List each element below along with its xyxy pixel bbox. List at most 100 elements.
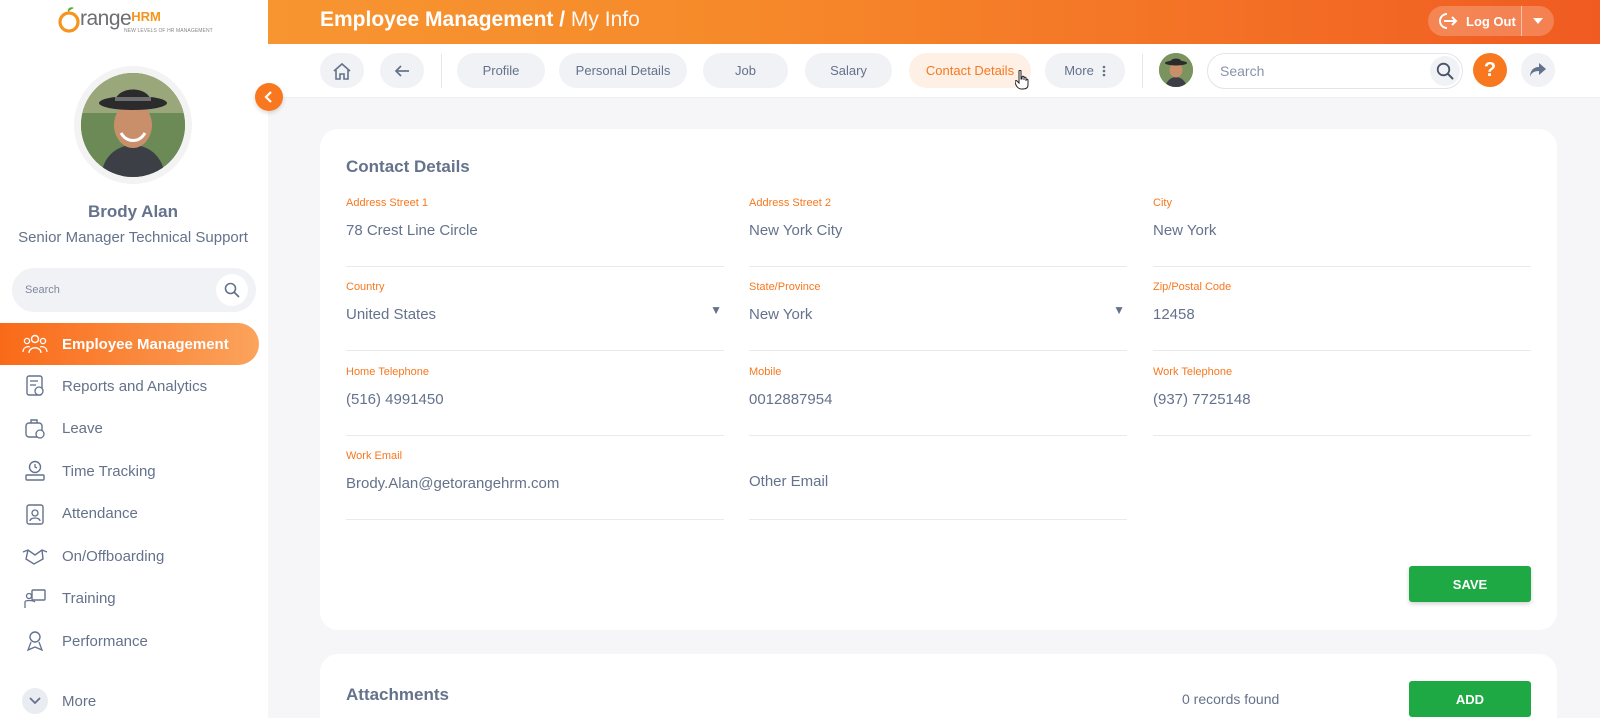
sidebar-search[interactable]	[12, 268, 256, 312]
logo-tagline: NEW LEVELS OF HR MANAGEMENT	[124, 28, 213, 34]
back-button[interactable]	[380, 53, 424, 88]
dropdown-arrow-icon[interactable]: ▼	[710, 303, 722, 317]
tab-personal-details[interactable]: Personal Details	[559, 53, 687, 88]
time-tracking-icon	[22, 458, 48, 484]
sidebar-more-label: More	[62, 692, 97, 710]
logo-hrm: HRM	[131, 9, 161, 24]
sidebar-item-label: On/Offboarding	[62, 547, 165, 565]
profile-avatar-frame[interactable]	[74, 66, 192, 184]
search-icon[interactable]	[216, 274, 248, 306]
tab-job[interactable]: Job	[703, 53, 788, 88]
sidebar-collapse-button[interactable]	[255, 83, 283, 111]
save-button[interactable]: SAVE	[1409, 566, 1531, 602]
field-value[interactable]: 12458	[1153, 306, 1195, 323]
field-value[interactable]: 78 Crest Line Circle	[346, 222, 478, 239]
home-icon	[333, 62, 351, 80]
home-telephone-field[interactable]: Home Telephone (516) 4991450	[346, 366, 724, 436]
records-count: 0 records found	[1182, 691, 1280, 707]
field-label: Mobile	[749, 366, 782, 378]
field-label: State/Province	[749, 281, 821, 293]
state-province-select[interactable]: State/Province New York ▼	[749, 281, 1127, 351]
field-label: City	[1153, 197, 1172, 209]
field-value[interactable]: (937) 7725148	[1153, 391, 1251, 408]
field-value[interactable]: New York City	[749, 222, 842, 239]
sidebar-search-input[interactable]	[25, 284, 205, 296]
field-label: Zip/Postal Code	[1153, 281, 1232, 293]
top-search-input[interactable]	[1220, 63, 1400, 79]
dropdown-arrow-icon[interactable]: ▼	[1113, 303, 1125, 317]
divider	[1142, 54, 1143, 88]
field-value[interactable]: (516) 4991450	[346, 391, 444, 408]
sidebar-item-reports[interactable]: Reports and Analytics	[0, 365, 268, 408]
field-value[interactable]: New York	[1153, 222, 1216, 239]
address-street-2-field[interactable]: Address Street 2 New York City	[749, 197, 1127, 267]
field-value[interactable]: New York	[749, 306, 812, 323]
logout-button[interactable]: Log Out	[1428, 6, 1522, 36]
field-label: Address Street 1	[346, 197, 428, 209]
field-placeholder[interactable]: Other Email	[749, 473, 828, 490]
home-button[interactable]	[320, 53, 364, 88]
add-attachment-button[interactable]: ADD	[1409, 681, 1531, 717]
field-value[interactable]: 0012887954	[749, 391, 832, 408]
section-heading: Contact Details	[346, 157, 470, 176]
sidebar-item-label: Training	[62, 590, 116, 608]
sidebar-item-performance[interactable]: Performance	[0, 620, 268, 663]
help-button[interactable]: ?	[1473, 53, 1507, 87]
profile-avatar	[81, 73, 185, 177]
country-select[interactable]: Country United States ▼	[346, 281, 724, 351]
sidebar-item-leave[interactable]: Leave	[0, 408, 268, 451]
training-icon	[22, 586, 48, 612]
question-mark-icon: ?	[1483, 58, 1497, 81]
sidebar-more-button[interactable]: More	[22, 688, 96, 714]
logout-group: Log Out	[1428, 6, 1554, 36]
search-icon[interactable]	[1430, 56, 1460, 86]
address-street-1-field[interactable]: Address Street 1 78 Crest Line Circle	[346, 197, 724, 267]
performance-icon	[22, 628, 48, 654]
tab-salary[interactable]: Salary	[805, 53, 892, 88]
mobile-field[interactable]: Mobile 0012887954	[749, 366, 1127, 436]
share-arrow-icon	[1530, 63, 1546, 77]
section-heading: Attachments	[346, 685, 449, 704]
orangehrm-logo[interactable]: range HRM NEW LEVELS OF HR MANAGEMENT	[58, 6, 213, 38]
leave-icon	[22, 416, 48, 442]
tab-contact-details[interactable]: Contact Details	[909, 53, 1031, 88]
divider	[441, 54, 442, 88]
sidebar-item-employee-management[interactable]: Employee Management	[0, 323, 259, 365]
work-email-field[interactable]: Work Email Brody.Alan@getorangehrm.com	[346, 450, 724, 520]
city-field[interactable]: City New York	[1153, 197, 1531, 267]
orange-logo-icon	[58, 7, 80, 33]
tab-profile[interactable]: Profile	[457, 53, 545, 88]
logout-dropdown[interactable]	[1522, 6, 1554, 36]
sidebar-item-time-tracking[interactable]: Time Tracking	[0, 450, 268, 493]
sidebar-nav: Employee Management Reports and Analytic…	[0, 323, 268, 663]
user-avatar[interactable]	[1159, 53, 1193, 87]
field-value[interactable]: Brody.Alan@getorangehrm.com	[346, 475, 559, 492]
user-name: Brody Alan	[87, 202, 179, 221]
contact-details-card: Contact Details Address Street 1 78 Cres…	[320, 129, 1557, 630]
sidebar-item-onoffboarding[interactable]: On/Offboarding	[0, 535, 268, 578]
report-icon	[22, 373, 48, 399]
field-value[interactable]: United States	[346, 306, 436, 323]
share-button[interactable]	[1521, 53, 1555, 87]
sidebar-item-label: Employee Management	[62, 335, 229, 353]
sidebar: range HRM NEW LEVELS OF HR MANAGEMENT Br…	[0, 0, 268, 718]
caret-down-icon	[1533, 18, 1543, 24]
field-label: Work Telephone	[1153, 366, 1233, 378]
page-title-module: Employee Management	[320, 8, 554, 31]
page-title: Employee Management / My Info	[320, 8, 640, 32]
tab-more[interactable]: More	[1045, 53, 1125, 88]
tab-bar: Profile Personal Details Job Salary Cont…	[268, 44, 1600, 98]
sidebar-item-label: Attendance	[62, 505, 138, 523]
sidebar-item-attendance[interactable]: Attendance	[0, 493, 268, 536]
other-email-field[interactable]: Other Email	[749, 450, 1127, 520]
sidebar-item-label: Time Tracking	[62, 462, 156, 480]
work-telephone-field[interactable]: Work Telephone (937) 7725148	[1153, 366, 1531, 436]
sidebar-item-label: Performance	[62, 632, 148, 650]
chevron-down-icon	[22, 688, 48, 714]
zip-postal-code-field[interactable]: Zip/Postal Code 12458	[1153, 281, 1531, 351]
attendance-icon	[22, 501, 48, 527]
page-title-sub: My Info	[570, 8, 640, 31]
top-search[interactable]	[1207, 53, 1463, 89]
attachments-card: Attachments 0 records found ADD	[320, 654, 1557, 718]
sidebar-item-training[interactable]: Training	[0, 578, 268, 621]
